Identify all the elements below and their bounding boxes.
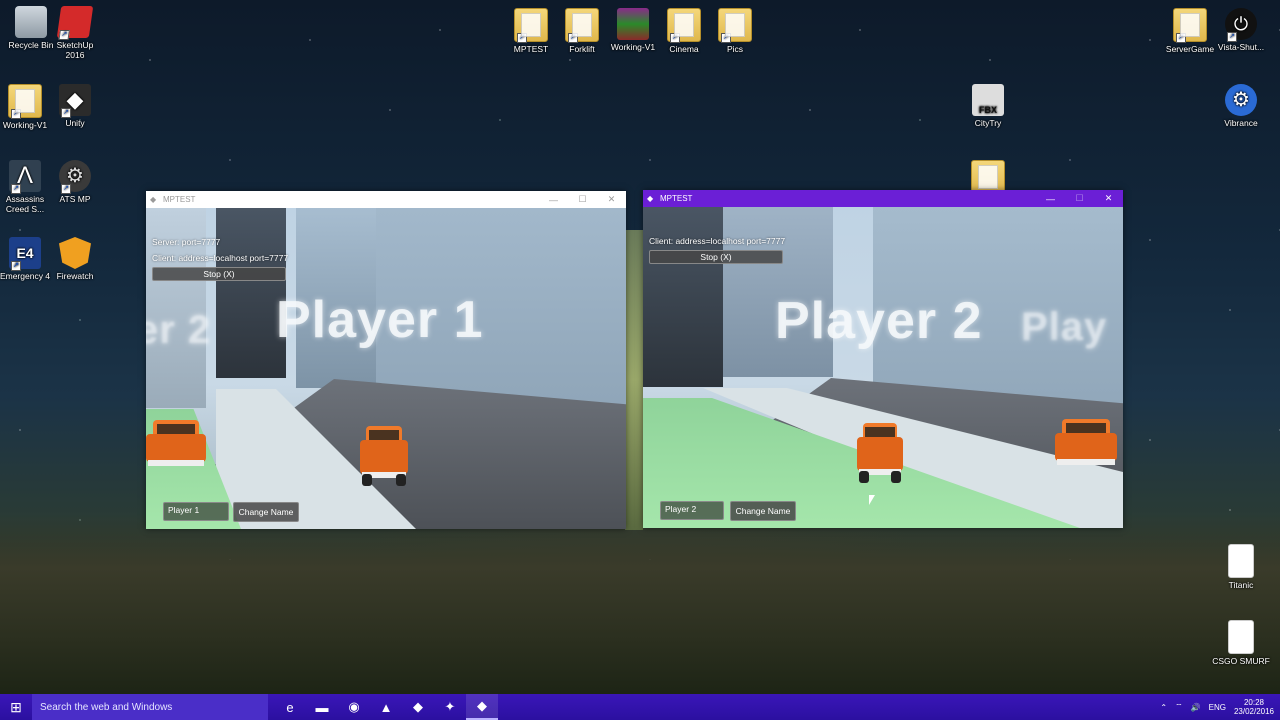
- server-status-text: Server: port=7777: [152, 237, 221, 247]
- folder-icon: ↗: [514, 8, 548, 43]
- start-button[interactable]: ⊞: [0, 694, 32, 720]
- chevron-up-icon[interactable]: ⌃: [1160, 703, 1167, 712]
- player-car-local: [360, 426, 408, 488]
- game-window-player2[interactable]: ◆ MPTEST — ☐ ✕ Player 2 Play Client: add…: [643, 190, 1123, 528]
- vista-shutdown-icon: ⏻ ↗: [1225, 8, 1257, 42]
- winrar-icon: [617, 8, 649, 40]
- assassins-creed-icon: Λ ↗: [9, 160, 41, 194]
- mptest-taskbar-icon[interactable]: ◆: [466, 694, 498, 720]
- firewatch-icon: [59, 237, 91, 269]
- file-icon: [1228, 544, 1254, 578]
- desktop-icon-label: CityTry: [974, 118, 1002, 128]
- desktop-icon-pics[interactable]: ↗ Pics: [704, 8, 766, 54]
- unity-icon: ◆ ↗: [59, 84, 91, 118]
- window-title: MPTEST: [163, 195, 196, 204]
- folder-icon: ↗: [1173, 8, 1207, 43]
- change-name-button[interactable]: Change Name: [233, 502, 299, 522]
- player-name-field[interactable]: Player 2: [660, 501, 724, 520]
- client-status-text: Client: address=localhost port=7777: [152, 253, 289, 263]
- window-titlebar[interactable]: ◆ MPTEST — ☐ ✕: [146, 191, 626, 208]
- change-name-button[interactable]: Change Name: [730, 501, 796, 521]
- clock-time: 20:28: [1243, 698, 1264, 707]
- ats-mp-icon: ⚙ ↗: [59, 160, 91, 194]
- stop-button[interactable]: Stop (X): [152, 267, 286, 281]
- inkscape-icon[interactable]: ✦: [434, 694, 466, 720]
- windows-logo-icon: ⊞: [10, 698, 22, 715]
- desktop-icon-label: Pics: [726, 44, 744, 54]
- folder-icon: ↗: [667, 8, 701, 43]
- building: [643, 207, 723, 387]
- minimize-icon[interactable]: —: [1036, 194, 1065, 204]
- desktop-icon-label: Firewatch: [56, 271, 94, 281]
- clock[interactable]: 20:28 23/02/2016: [1234, 698, 1274, 716]
- search-placeholder: Search the web and Windows: [40, 701, 173, 713]
- folder-icon: ↗: [565, 8, 599, 43]
- recycle-bin-icon: [15, 6, 47, 38]
- client-status-text: Client: address=localhost port=7777: [649, 236, 786, 246]
- desktop-icon-label: CSGO SMURF: [1212, 656, 1270, 666]
- folder-icon: ↗: [718, 8, 752, 43]
- unity-taskbar-icon[interactable]: ◆: [402, 694, 434, 720]
- fbx-file-icon: FBX: [972, 84, 1004, 116]
- folder-icon: ↗: [8, 84, 42, 119]
- sketchup-icon: ↗: [56, 6, 94, 40]
- desktop-icon-label: SketchUp 2016: [56, 40, 94, 60]
- mouse-cursor-icon: [869, 495, 875, 505]
- desktop-icon-label: Unity: [65, 118, 85, 128]
- window-titlebar[interactable]: ◆ MPTEST — ☐ ✕: [643, 190, 1123, 207]
- desktop-icon-label: Vibrance: [1224, 118, 1258, 128]
- network-icon[interactable]: ⌔: [1175, 702, 1183, 712]
- stop-button[interactable]: Stop (X): [649, 250, 783, 264]
- desktop-icon-label: Vista-Shut...: [1217, 42, 1265, 52]
- player-car-other: [146, 420, 206, 472]
- edge-icon[interactable]: e: [274, 694, 306, 720]
- player-name-label: Player 1: [276, 291, 484, 349]
- taskbar: ⊞ Search the web and Windows e ▬ ◉ ▲ ◆ ✦…: [0, 694, 1280, 720]
- chrome-icon[interactable]: ◉: [338, 694, 370, 720]
- player-car-local: [857, 423, 903, 485]
- close-icon[interactable]: ✕: [597, 194, 626, 205]
- wallpaper-landscape: [0, 514, 1280, 694]
- clock-date: 23/02/2016: [1233, 707, 1274, 716]
- desktop-icon-vibrance[interactable]: ⚙ Vibrance: [1210, 84, 1272, 128]
- game-window-player1[interactable]: ◆ MPTEST — ☐ ✕ er 2 Player 1 Server: por…: [146, 191, 626, 529]
- emergency4-icon: E4 ↗: [9, 237, 41, 271]
- unity-app-icon: ◆: [150, 195, 157, 204]
- desktop-icon-csgo-smurf[interactable]: CSGO SMURF: [1210, 620, 1272, 666]
- system-tray: ⌃ ⌔ 🔊 ENG 20:28 23/02/2016: [1160, 698, 1280, 716]
- desktop-icon-ats-mp[interactable]: ⚙ ↗ ATS MP: [44, 160, 106, 204]
- file-explorer-icon[interactable]: ▬: [306, 694, 338, 720]
- game-viewport[interactable]: er 2 Player 1 Server: port=7777 Client: …: [146, 208, 626, 529]
- maximize-icon[interactable]: ☐: [1065, 193, 1094, 204]
- desktop-icon-citytry[interactable]: FBX CityTry: [957, 84, 1019, 128]
- desktop-icon-unity[interactable]: ◆ ↗ Unity: [44, 84, 106, 128]
- close-icon[interactable]: ✕: [1094, 193, 1123, 204]
- maximize-icon[interactable]: ☐: [568, 194, 597, 205]
- window-title: MPTEST: [660, 194, 693, 203]
- player-name-field[interactable]: Player 1: [163, 502, 229, 521]
- game-viewport[interactable]: Player 2 Play Client: address=localhost …: [643, 207, 1123, 528]
- vibrance-icon: ⚙: [1225, 84, 1257, 116]
- taskbar-apps: e ▬ ◉ ▲ ◆ ✦ ◆: [274, 694, 498, 720]
- vlc-icon[interactable]: ▲: [370, 694, 402, 720]
- search-box[interactable]: Search the web and Windows: [32, 694, 268, 720]
- desktop-icon-vista-shutdown[interactable]: ⏻ ↗ Vista-Shut...: [1210, 8, 1272, 52]
- player-name-label: Player 2: [775, 292, 983, 350]
- player-car-other: [1055, 419, 1117, 473]
- player-name-label-far: er 2: [146, 308, 212, 352]
- desktop-icon-label: Assassins Creed S...: [5, 194, 45, 214]
- folder-icon: [971, 160, 1005, 194]
- unity-app-icon: ◆: [647, 194, 654, 203]
- player-name-label-far: Play: [1021, 305, 1108, 349]
- desktop-icon-titanic[interactable]: Titanic: [1210, 544, 1272, 590]
- desktop-icon-label: Titanic: [1228, 580, 1254, 590]
- wallpaper-milky-way: [625, 230, 643, 530]
- desktop-icon-label: ATS MP: [59, 194, 91, 204]
- minimize-icon[interactable]: —: [539, 195, 568, 205]
- desktop-icon-firewatch[interactable]: Firewatch: [44, 237, 106, 281]
- volume-icon[interactable]: 🔊: [1191, 703, 1201, 712]
- file-icon: [1228, 620, 1254, 654]
- desktop-icon-sketchup[interactable]: ↗ SketchUp 2016: [44, 6, 106, 60]
- language-indicator[interactable]: ENG: [1209, 703, 1226, 712]
